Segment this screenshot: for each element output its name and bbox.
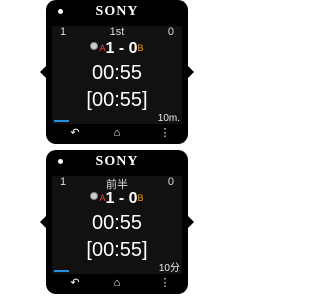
smartwatch-top: SONY 1 1st 0 A1 - 0B 00:55 [00:55] 10m. … — [46, 0, 188, 144]
brand-logo: SONY — [95, 4, 139, 19]
stoppage-clock: [00:55] — [86, 89, 148, 111]
period-label: 1st — [109, 26, 125, 38]
team-b-label: B — [137, 43, 144, 53]
watch-screen: 1 1st 0 A1 - 0B 00:55 [00:55] 10m. — [52, 26, 182, 124]
time-progress-bar — [54, 120, 69, 122]
ball-icon — [90, 42, 99, 50]
score-row: A1 - 0B — [52, 40, 182, 60]
match-clock: 00:55 — [91, 62, 143, 84]
match-header: 1 前半 0 — [52, 176, 182, 191]
back-icon[interactable]: ↶ — [68, 276, 82, 290]
home-icon[interactable]: ⌂ — [110, 276, 124, 290]
score-row: A1 - 0B — [52, 190, 182, 210]
device-bottom-right-tab — [188, 216, 194, 228]
score-separator: - — [118, 40, 125, 57]
brand-row: SONY — [46, 154, 188, 170]
ball-icon — [90, 192, 99, 200]
period-length-label: 10m. — [157, 113, 180, 124]
right-number: 0 — [167, 26, 174, 38]
menu-icon[interactable]: ⋮ — [158, 126, 172, 140]
smartwatch-bottom: SONY 1 前半 0 A1 - 0B 00:55 [00:55] 10分 ↶ … — [46, 150, 188, 294]
brand-row: SONY — [46, 4, 188, 20]
team-b-label: B — [137, 193, 144, 203]
team-b-score: 0 — [128, 190, 138, 207]
team-b-score: 0 — [128, 40, 138, 57]
match-clock: 00:55 — [91, 212, 143, 234]
score-separator: - — [118, 190, 125, 207]
match-header: 1 1st 0 — [52, 26, 182, 40]
watch-screen: 1 前半 0 A1 - 0B 00:55 [00:55] 10分 — [52, 176, 182, 274]
menu-icon[interactable]: ⋮ — [158, 276, 172, 290]
home-icon[interactable]: ⌂ — [110, 126, 124, 140]
period-length-label: 10分 — [158, 263, 180, 274]
device-top-right-tab — [188, 66, 194, 78]
team-a-score: 1 — [105, 190, 115, 207]
back-icon[interactable]: ↶ — [68, 126, 82, 140]
team-a-score: 1 — [105, 40, 115, 57]
time-progress-bar — [54, 270, 69, 272]
right-number: 0 — [167, 176, 174, 188]
brand-logo: SONY — [95, 154, 139, 169]
nav-bar: ↶ ⌂ ⋮ — [46, 276, 188, 290]
nav-bar: ↶ ⌂ ⋮ — [46, 126, 188, 140]
